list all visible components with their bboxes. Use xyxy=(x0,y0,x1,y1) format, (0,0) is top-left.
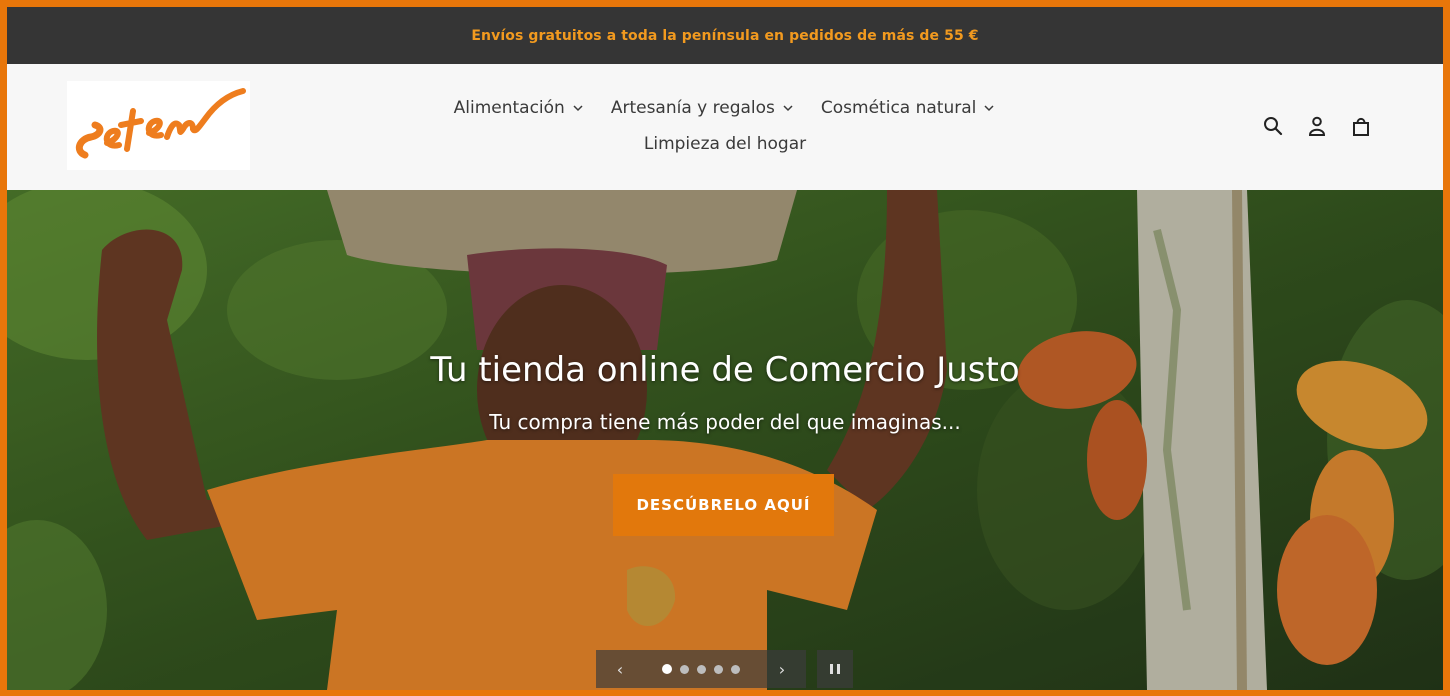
header-icons xyxy=(1261,114,1373,138)
hero-slideshow: Tu tienda online de Comercio Justo Tu co… xyxy=(7,190,1443,690)
chevron-down-icon xyxy=(984,105,994,112)
account-icon xyxy=(1308,116,1326,136)
slide-dot-5[interactable] xyxy=(731,664,740,674)
cart-button[interactable] xyxy=(1349,114,1373,138)
nav-row-primary: Alimentación Artesanía y regalos Cosméti… xyxy=(7,90,1443,126)
slide-dot-3[interactable] xyxy=(697,664,706,674)
pause-icon xyxy=(830,664,833,674)
nav-item-alimentacion[interactable]: Alimentación xyxy=(454,98,585,118)
nav-item-label: Cosmética natural xyxy=(820,98,977,118)
slide-dot-2[interactable] xyxy=(680,664,689,674)
page-frame: Envíos gratuitos a toda la península en … xyxy=(7,7,1443,690)
nav-item-label: Alimentación xyxy=(453,98,565,118)
nav-item-limpieza[interactable]: Limpieza del hogar xyxy=(644,134,806,154)
pause-slideshow-button[interactable] xyxy=(817,650,853,688)
nav-item-cosmetica[interactable]: Cosmética natural xyxy=(821,98,996,118)
account-button[interactable] xyxy=(1305,114,1329,138)
nav-item-label: Limpieza del hogar xyxy=(643,134,807,154)
announcement-text: Envíos gratuitos a toda la península en … xyxy=(471,27,979,44)
previous-slide-button[interactable]: ‹ xyxy=(610,660,630,679)
slide-dot-4[interactable] xyxy=(714,664,723,674)
nav-item-artesania[interactable]: Artesanía y regalos xyxy=(611,98,795,118)
search-button[interactable] xyxy=(1261,114,1285,138)
search-icon xyxy=(1264,117,1283,136)
site-header: Alimentación Artesanía y regalos Cosméti… xyxy=(7,64,1443,190)
announcement-bar: Envíos gratuitos a toda la península en … xyxy=(7,7,1443,64)
hero-overlay xyxy=(7,190,1443,690)
cart-icon xyxy=(1353,117,1369,136)
chevron-down-icon xyxy=(573,105,583,112)
nav-item-label: Artesanía y regalos xyxy=(610,98,775,118)
discover-button[interactable]: DESCÚBRELO AQUÍ xyxy=(613,474,834,536)
nav-row-secondary: Limpieza del hogar xyxy=(7,126,1443,162)
hero-title: Tu tienda online de Comercio Justo xyxy=(430,350,1020,390)
main-nav: Alimentación Artesanía y regalos Cosméti… xyxy=(7,90,1443,162)
hero-subtitle: Tu compra tiene más poder del que imagin… xyxy=(489,410,961,434)
pause-icon-bar xyxy=(837,664,840,674)
next-slide-button[interactable]: › xyxy=(772,660,792,679)
chevron-down-icon xyxy=(783,105,793,112)
slideshow-controls: ‹ › xyxy=(596,650,806,688)
slide-dot-1[interactable] xyxy=(662,664,672,674)
slide-dots xyxy=(662,664,740,674)
